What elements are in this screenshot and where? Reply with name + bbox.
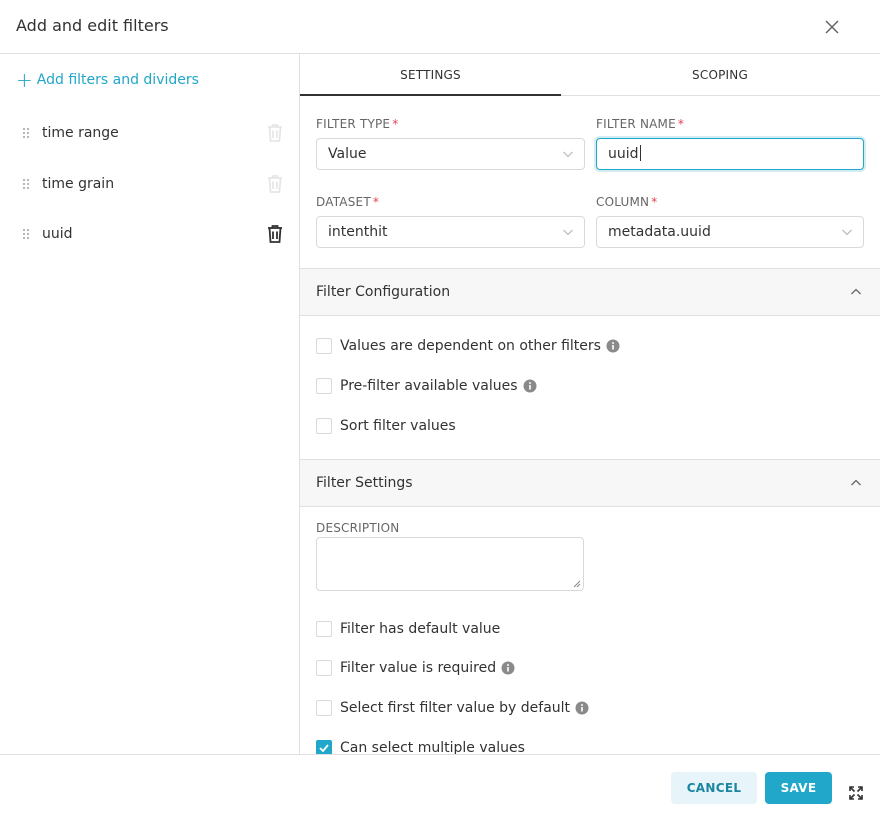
filter-name-label: FILTER NAME * [596, 117, 684, 131]
info-icon[interactable] [501, 661, 515, 675]
required-mark: * [372, 195, 380, 209]
option-label: Filter value is required [340, 660, 497, 676]
checkbox[interactable] [316, 621, 332, 637]
chevron-down-icon [563, 151, 573, 158]
option-label: Filter has default value [340, 621, 501, 637]
info-icon[interactable] [523, 379, 537, 393]
required-mark: * [651, 195, 658, 209]
filter-item-label: time grain [42, 176, 115, 192]
option-label: Can select multiple values [340, 740, 525, 754]
save-button[interactable]: SAVE [765, 772, 832, 804]
trash-icon[interactable] [255, 123, 295, 143]
resize-grip-icon[interactable] [573, 580, 581, 588]
dataset-select[interactable]: intenthit [316, 216, 585, 248]
drag-handle-icon[interactable] [16, 228, 42, 240]
filter-name-value: uuid [608, 146, 639, 162]
filter-type-label-text: FILTER TYPE [316, 117, 391, 131]
chevron-down-icon [563, 229, 573, 236]
add-filters-label: Add filters and dividers [36, 72, 199, 88]
option-default-value[interactable]: Filter has default value [316, 621, 500, 637]
filter-list-sidebar: + Add filters and dividers time range ti… [0, 54, 300, 754]
filter-settings-header[interactable]: Filter Settings [300, 459, 880, 507]
checkbox[interactable] [316, 700, 332, 716]
info-icon[interactable] [575, 701, 589, 715]
chevron-up-icon [851, 288, 861, 295]
option-value-required[interactable]: Filter value is required [316, 660, 515, 676]
checkmark-icon [319, 744, 329, 752]
checkbox[interactable] [316, 418, 332, 434]
description-label: DESCRIPTION [316, 521, 400, 535]
description-textarea[interactable] [316, 537, 584, 591]
option-label: Sort filter values [340, 418, 456, 434]
option-label: Select first filter value by default [340, 700, 571, 716]
column-value: metadata.uuid [608, 224, 711, 240]
chevron-up-icon [851, 479, 861, 486]
filter-item-time-grain[interactable]: time grain [16, 163, 295, 205]
text-caret [639, 145, 641, 161]
filter-item-label: time range [42, 125, 119, 141]
option-multiple-values[interactable]: Can select multiple values [316, 740, 525, 754]
trash-icon[interactable] [255, 174, 295, 194]
required-mark: * [392, 117, 399, 131]
checkbox-checked[interactable] [316, 740, 332, 754]
option-label: Pre-filter available values [340, 378, 518, 394]
modal-footer: CANCEL SAVE [0, 754, 880, 818]
checkbox[interactable] [316, 338, 332, 354]
info-icon[interactable] [606, 339, 620, 353]
dataset-label-text: DATASET [316, 195, 371, 209]
option-prefilter-values[interactable]: Pre-filter available values [316, 378, 537, 394]
filter-item-time-range[interactable]: time range [16, 112, 295, 154]
checkbox[interactable] [316, 660, 332, 676]
filter-name-input[interactable]: uuid [596, 138, 864, 170]
required-mark: * [677, 117, 685, 131]
filter-editor-panel: SETTINGS SCOPING FILTER TYPE * Value FILT… [300, 54, 880, 754]
filter-configuration-header[interactable]: Filter Configuration [300, 268, 880, 316]
checkbox[interactable] [316, 378, 332, 394]
option-sort-values[interactable]: Sort filter values [316, 418, 456, 434]
filter-configuration-title: Filter Configuration [316, 284, 451, 300]
drag-handle-icon[interactable] [16, 127, 42, 139]
filter-type-label: FILTER TYPE * [316, 117, 398, 131]
drag-handle-icon[interactable] [16, 178, 42, 190]
filter-settings-title: Filter Settings [316, 475, 413, 491]
filter-type-select[interactable]: Value [316, 138, 585, 170]
column-select[interactable]: metadata.uuid [596, 216, 864, 248]
column-label-text: COLUMN [596, 195, 650, 209]
filter-item-uuid[interactable]: uuid [16, 213, 295, 255]
filter-item-label: uuid [42, 226, 73, 242]
dataset-value: intenthit [328, 224, 388, 240]
fullscreen-icon[interactable] [848, 785, 864, 801]
tab-scoping[interactable]: SCOPING [590, 54, 850, 96]
tab-bar: SETTINGS SCOPING [300, 54, 880, 96]
modal-header: Add and edit filters [0, 0, 880, 54]
option-dependent-filters[interactable]: Values are dependent on other filters [316, 338, 620, 354]
trash-icon[interactable] [255, 224, 295, 244]
plus-icon: + [16, 68, 33, 92]
chevron-down-icon [842, 229, 852, 236]
option-select-first-value[interactable]: Select first filter value by default [316, 700, 589, 716]
cancel-button[interactable]: CANCEL [671, 772, 757, 804]
filter-type-value: Value [328, 146, 367, 162]
option-label: Values are dependent on other filters [340, 338, 601, 354]
add-filters-button[interactable]: + Add filters and dividers [16, 68, 199, 92]
close-icon[interactable] [822, 17, 842, 37]
modal-title: Add and edit filters [16, 16, 169, 35]
tab-settings[interactable]: SETTINGS [300, 54, 561, 96]
column-label: COLUMN * [596, 195, 657, 209]
dataset-label: DATASET * [316, 195, 379, 209]
filter-name-label-text: FILTER NAME [596, 117, 676, 131]
